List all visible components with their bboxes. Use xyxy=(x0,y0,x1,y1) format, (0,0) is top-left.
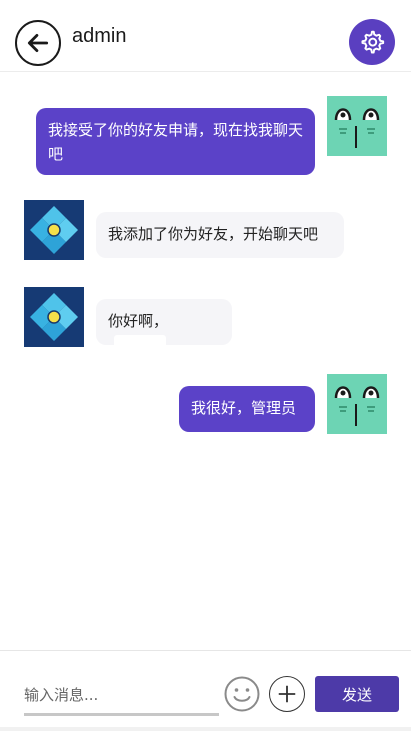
message-bubble-outgoing: 我很好，管理员 xyxy=(179,386,315,432)
send-button[interactable]: 发送 xyxy=(315,676,399,712)
blue-diamond-logo-icon xyxy=(24,287,84,347)
message-bubble-incoming: 我添加了你为好友，开始聊天吧 xyxy=(96,212,344,258)
message-text: 你好啊， xyxy=(108,312,169,330)
green-face-sticker-icon xyxy=(327,374,387,434)
arrow-left-icon xyxy=(27,34,49,52)
redacted-mask xyxy=(114,334,166,357)
message-bubble-incoming: 你好啊， xyxy=(96,299,232,357)
settings-button[interactable] xyxy=(349,19,395,65)
plus-icon xyxy=(278,685,296,703)
message-text: 我很好，管理员 xyxy=(191,399,297,417)
message-input[interactable] xyxy=(24,678,219,712)
green-face-sticker-icon xyxy=(327,96,387,156)
blue-diamond-logo-icon xyxy=(24,200,84,260)
add-attachment-button[interactable] xyxy=(269,676,305,712)
back-button[interactable] xyxy=(15,20,61,66)
message-input-wrapper xyxy=(24,678,219,716)
avatar[interactable] xyxy=(327,96,387,156)
emoji-button[interactable] xyxy=(224,676,260,712)
gear-icon xyxy=(361,30,385,54)
avatar[interactable] xyxy=(24,200,84,260)
bottom-divider xyxy=(0,727,411,731)
smiley-icon xyxy=(224,676,260,712)
avatar[interactable] xyxy=(327,374,387,434)
message-text: 我接受了你的好友申请，现在找我聊天吧 xyxy=(48,121,304,163)
message-text: 我添加了你为好友，开始聊天吧 xyxy=(108,225,319,243)
chat-screen: admin 我接受了你的好友申请，现在找我聊天吧 我添加了你为好友，开始聊天吧 … xyxy=(0,0,411,731)
message-bubble-outgoing: 我接受了你的好友申请，现在找我聊天吧 xyxy=(36,108,315,175)
page-title: admin xyxy=(72,25,127,47)
avatar[interactable] xyxy=(24,287,84,347)
chat-header: admin xyxy=(0,0,411,72)
